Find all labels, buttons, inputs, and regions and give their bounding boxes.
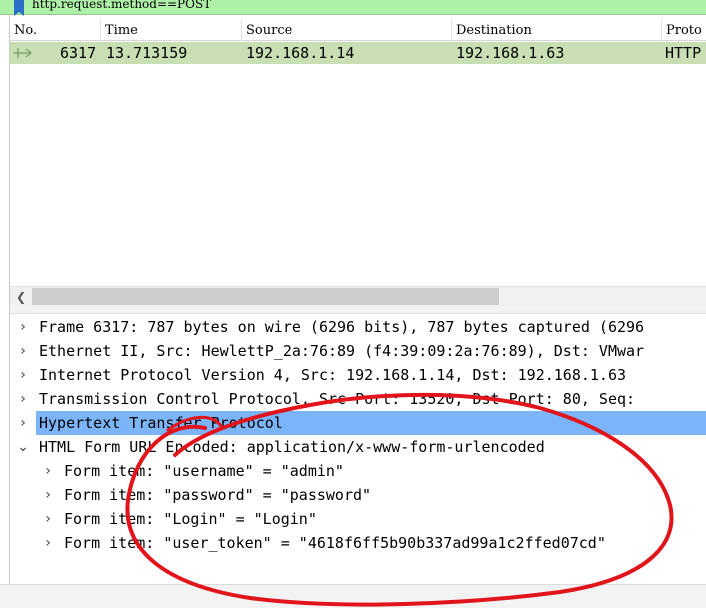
detail-row-form-encoded[interactable]: ⌄ HTML Form URL Encoded: application/x-w…	[10, 435, 706, 459]
detail-label: Ethernet II, Src: HewlettP_2a:76:89 (f4:…	[39, 342, 645, 360]
column-header-source[interactable]: Source	[242, 19, 452, 41]
detail-label: Form item: "user_token" = "4618f6ff5b90b…	[64, 534, 606, 552]
detail-label: Transmission Control Protocol, Src Port:…	[39, 390, 636, 408]
chevron-right-icon[interactable]: ›	[16, 387, 30, 411]
packet-row[interactable]: 6317 13.713159 192.168.1.14 192.168.1.63…	[10, 42, 706, 64]
detail-row-ethernet[interactable]: › Ethernet II, Src: HewlettP_2a:76:89 (f…	[10, 339, 706, 363]
detail-row-form-item[interactable]: › Form item: "password" = "password"	[10, 483, 706, 507]
packet-destination: 192.168.1.63	[456, 44, 565, 62]
packet-time: 13.713159	[106, 44, 188, 62]
packet-details-pane[interactable]: › Frame 6317: 787 bytes on wire (6296 bi…	[10, 314, 706, 584]
detail-label: HTML Form URL Encoded: application/x-www…	[39, 438, 545, 456]
column-header-no[interactable]: No.	[10, 19, 101, 41]
detail-row-ipv4[interactable]: › Internet Protocol Version 4, Src: 192.…	[10, 363, 706, 387]
detail-label: Form item: "username" = "admin"	[64, 462, 344, 480]
pane-splitter[interactable]	[10, 306, 706, 314]
chevron-right-icon[interactable]: ›	[16, 315, 30, 339]
chevron-right-icon[interactable]: ›	[41, 531, 55, 555]
detail-row-frame[interactable]: › Frame 6317: 787 bytes on wire (6296 bi…	[10, 315, 706, 339]
chevron-right-icon[interactable]: ›	[41, 507, 55, 531]
packet-no: 6317	[60, 44, 97, 62]
scroll-left-icon[interactable]: ❮	[16, 290, 26, 304]
display-filter-bar[interactable]: http.request.method==POST	[0, 0, 706, 16]
detail-row-form-item[interactable]: › Form item: "username" = "admin"	[10, 459, 706, 483]
packet-bytes-splitter[interactable]	[0, 584, 706, 608]
chevron-right-icon[interactable]: ›	[16, 339, 30, 363]
column-header-destination[interactable]: Destination	[452, 19, 662, 41]
chevron-down-icon[interactable]: ⌄	[16, 435, 30, 459]
display-filter-input[interactable]: http.request.method==POST	[32, 0, 211, 11]
detail-label: Form item: "Login" = "Login"	[64, 510, 317, 528]
bookmark-icon[interactable]	[14, 0, 24, 16]
detail-row-tcp[interactable]: › Transmission Control Protocol, Src Por…	[10, 387, 706, 411]
chevron-right-icon[interactable]: ›	[41, 459, 55, 483]
detail-row-form-item[interactable]: › Form item: "Login" = "Login"	[10, 507, 706, 531]
detail-row-http[interactable]: Hypertext Transfer Protocol	[36, 411, 706, 435]
packet-list-pane[interactable]: No. Time Source Destination Proto 6317 1…	[10, 19, 706, 308]
detail-label: Internet Protocol Version 4, Src: 192.16…	[39, 366, 626, 384]
chevron-right-icon[interactable]: ›	[16, 363, 30, 387]
detail-label: Frame 6317: 787 bytes on wire (6296 bits…	[39, 318, 645, 336]
horizontal-scrollbar[interactable]: ❮	[10, 286, 706, 306]
packet-protocol: HTTP	[665, 44, 702, 62]
chevron-right-icon[interactable]: ›	[41, 483, 55, 507]
chevron-right-icon[interactable]: ›	[16, 411, 30, 435]
packet-list-header: No. Time Source Destination Proto	[10, 19, 706, 41]
packet-source: 192.168.1.14	[246, 44, 355, 62]
column-header-time[interactable]: Time	[101, 19, 242, 41]
request-arrow-icon	[13, 48, 32, 58]
detail-label: Hypertext Transfer Protocol	[39, 414, 283, 432]
column-header-protocol[interactable]: Proto	[662, 19, 706, 41]
detail-row-form-item[interactable]: › Form item: "user_token" = "4618f6ff5b9…	[10, 531, 706, 555]
scrollbar-thumb[interactable]	[32, 288, 499, 305]
detail-label: Form item: "password" = "password"	[64, 486, 372, 504]
